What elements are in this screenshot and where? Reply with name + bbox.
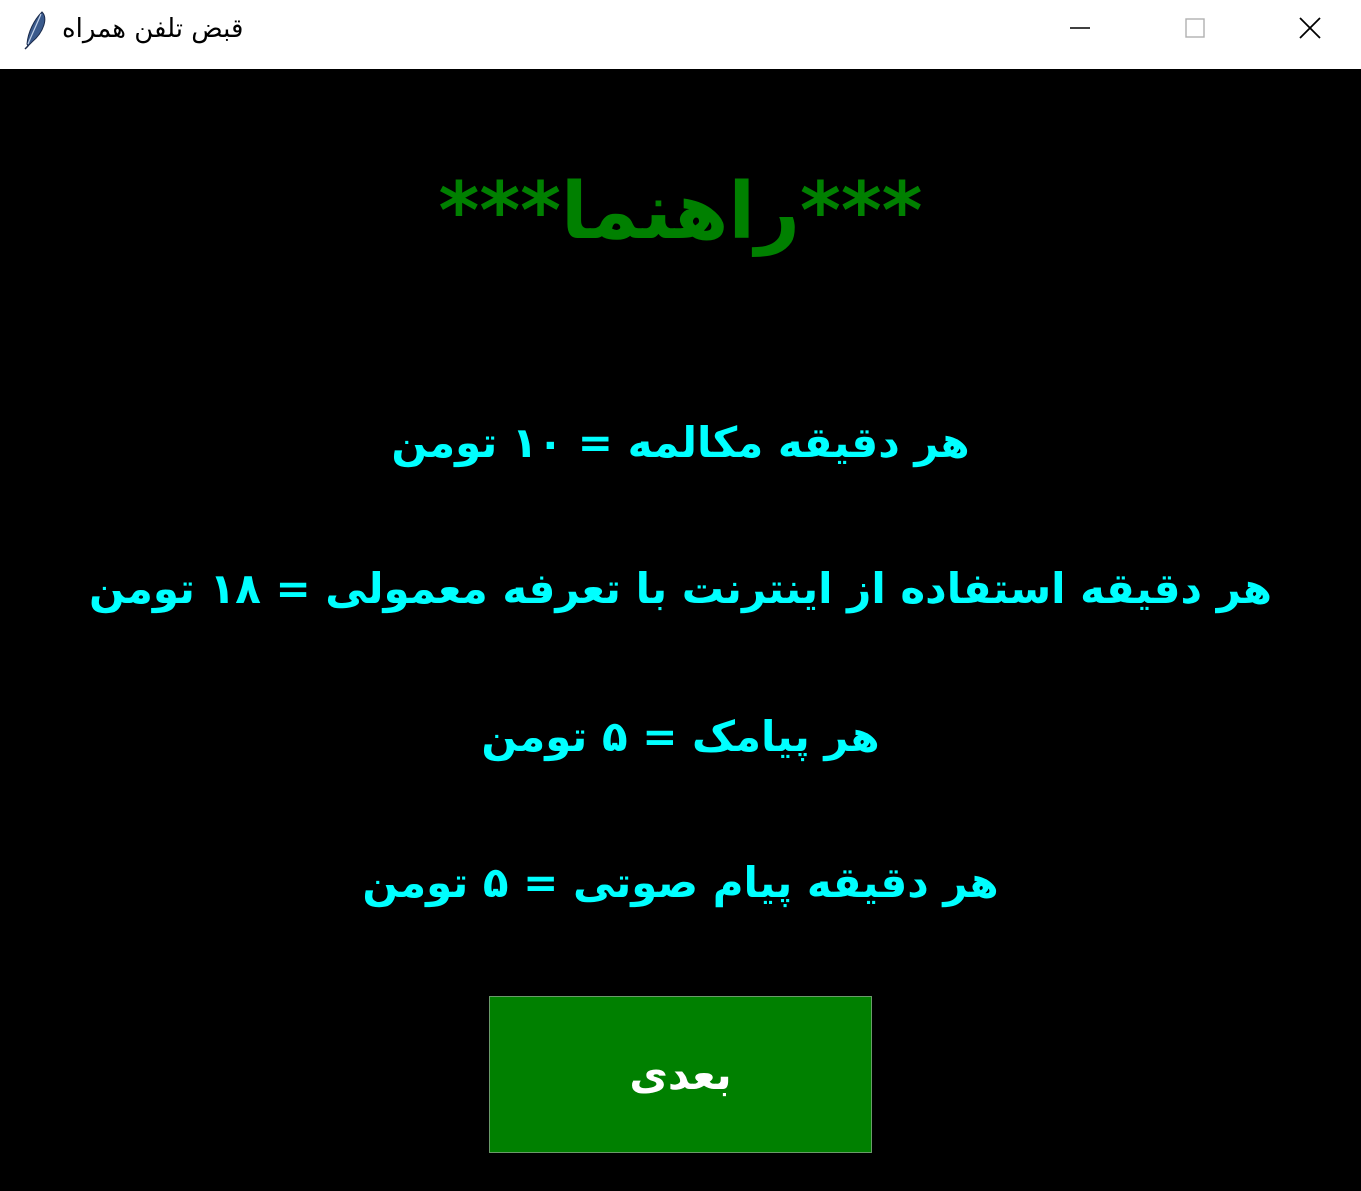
maximize-button[interactable] (1137, 0, 1252, 60)
window-title: قبض تلفن همراه (62, 14, 244, 44)
close-icon (1298, 16, 1322, 44)
title-bar[interactable]: قبض تلفن همراه (0, 0, 1361, 69)
page-title: ***راهنما*** (438, 167, 923, 257)
maximize-icon (1184, 17, 1206, 43)
next-button-label: بعدی (629, 1050, 732, 1099)
guide-panel: ***راهنما*** هر دقیقه مکالمه = ۱۰ تومن ه… (0, 69, 1361, 1191)
close-button[interactable] (1252, 0, 1361, 60)
app-window: قبض تلفن همراه ***راهنما*** هر دقیقه مکا… (0, 0, 1361, 1191)
rate-sms: هر پیامک = ۵ تومن (481, 712, 880, 761)
rate-internet: هر دقیقه استفاده از اینترنت با تعرفه معم… (89, 564, 1272, 613)
minimize-icon (1069, 17, 1091, 43)
minimize-button[interactable] (1022, 0, 1137, 60)
rate-call: هر دقیقه مکالمه = ۱۰ تومن (391, 418, 970, 467)
feather-icon (22, 10, 48, 50)
rate-voice-message: هر دقیقه پیام صوتی = ۵ تومن (362, 858, 999, 907)
next-button[interactable]: بعدی (489, 996, 872, 1153)
